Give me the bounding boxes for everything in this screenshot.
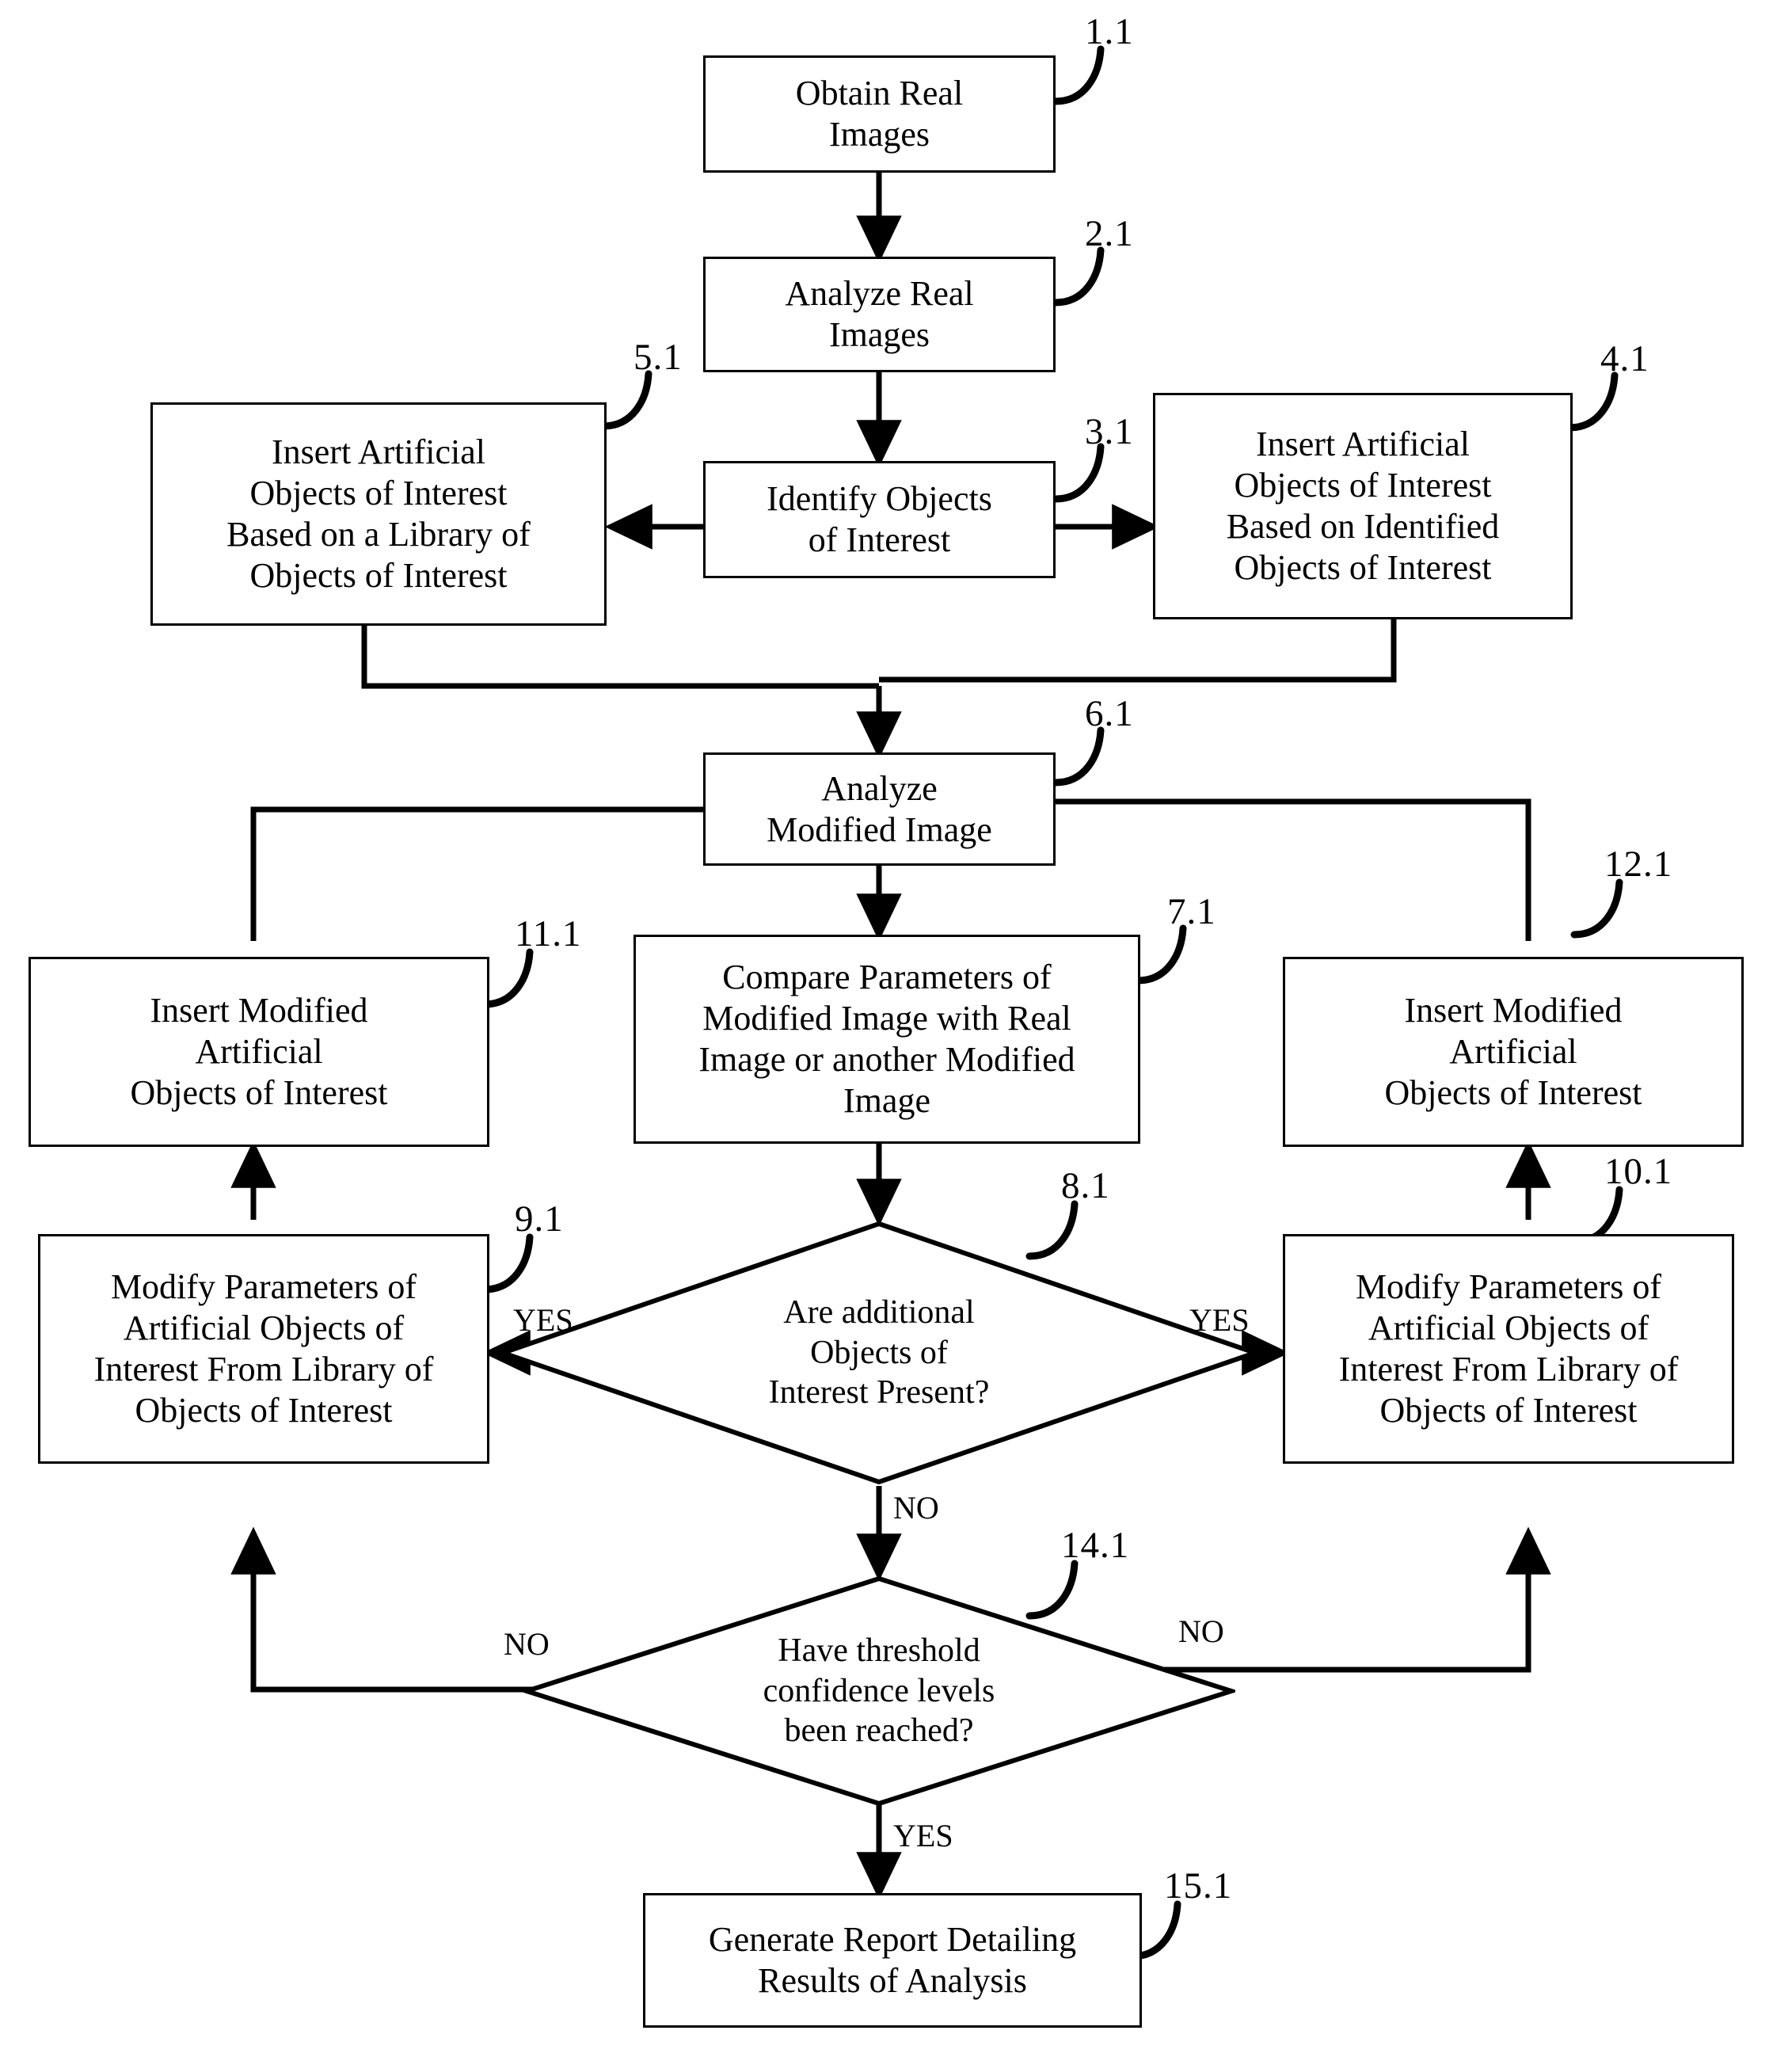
edge-trunk-identified [879, 619, 1397, 683]
node-compare-parameters[interactable]: Compare Parameters of Modified Image with… [633, 935, 1140, 1144]
leader-7-1 [1134, 924, 1187, 985]
node-insert-artificial-based-library-label: Insert Artificial Objects of Interest Base… [226, 432, 531, 595]
node-decision-threshold-confidence-label: Have threshold confidence levels been reac… [763, 1632, 995, 1750]
ref-4-1: 4.1 [1600, 338, 1649, 379]
node-modify-parameters-left[interactable]: Modify Parameters of Artificial Objects o… [38, 1234, 489, 1464]
node-analyze-modified-image-label: Analyze Modified Image [767, 768, 992, 849]
leader-5-1 [599, 370, 653, 430]
node-compare-parameters-label: Compare Parameters of Modified Image with… [698, 958, 1075, 1120]
flowchart-canvas: Obtain Real Images 1.1 Analyze Real Images… [0, 0, 1792, 2057]
ref-6-1: 6.1 [1085, 693, 1134, 734]
node-analyze-real-images[interactable]: Analyze Real Images [703, 257, 1056, 372]
node-insert-modified-left[interactable]: Insert Modified Artificial Objects of Inte… [29, 957, 489, 1147]
node-obtain-real-images[interactable]: Obtain Real Images [703, 55, 1056, 173]
leader-1-1 [1052, 45, 1105, 105]
edge-label-yes-down: YES [893, 1818, 953, 1853]
ref-10-1: 10.1 [1604, 1151, 1673, 1192]
edge-trunk-library [361, 626, 879, 689]
edge-label-no-left: NO [504, 1626, 550, 1662]
node-modify-parameters-left-label: Modify Parameters of Artificial Objects o… [93, 1267, 434, 1430]
ref-2-1: 2.1 [1085, 213, 1134, 254]
ref-14-1: 14.1 [1061, 1525, 1130, 1566]
ref-8-1: 8.1 [1061, 1165, 1110, 1206]
edge-label-yes-left: YES [513, 1302, 573, 1338]
node-insert-modified-right[interactable]: Insert Modified Artificial Objects of Inte… [1283, 957, 1744, 1147]
node-insert-modified-left-label: Insert Modified Artificial Objects of Inte… [130, 991, 388, 1112]
node-analyze-modified-image[interactable]: Analyze Modified Image [703, 752, 1056, 866]
leader-2-1 [1052, 246, 1105, 307]
edge-label-no-right: NO [1178, 1613, 1224, 1649]
node-insert-modified-right-label: Insert Modified Artificial Objects of Inte… [1384, 991, 1642, 1112]
node-decision-additional-objects-label: Are additional Objects of Interest Present… [768, 1294, 990, 1411]
node-insert-artificial-based-identified-label: Insert Artificial Objects of Interest Base… [1226, 425, 1500, 587]
leader-11-1 [481, 948, 534, 1008]
ref-12-1: 12.1 [1604, 844, 1673, 885]
node-identify-objects-of-interest[interactable]: Identify Objects of Interest [703, 461, 1056, 578]
ref-3-1: 3.1 [1085, 411, 1134, 452]
ref-11-1: 11.1 [515, 913, 582, 954]
node-insert-artificial-based-library[interactable]: Insert Artificial Objects of Interest Base… [150, 402, 607, 626]
node-modify-parameters-right[interactable]: Modify Parameters of Artificial Objects o… [1283, 1234, 1734, 1464]
node-insert-artificial-based-identified[interactable]: Insert Artificial Objects of Interest Base… [1153, 393, 1573, 619]
ref-5-1: 5.1 [633, 337, 683, 378]
node-decision-threshold-confidence[interactable]: Have threshold confidence levels been reac… [523, 1575, 1235, 1807]
ref-15-1: 15.1 [1164, 1865, 1233, 1907]
node-generate-report-label: Generate Report Detailing Results of Anal… [708, 1920, 1077, 2000]
ref-9-1: 9.1 [515, 1198, 564, 1240]
leader-12-1 [1570, 878, 1623, 939]
node-analyze-real-images-label: Analyze Real Images [785, 274, 974, 354]
edge-label-no-down: NO [893, 1490, 939, 1526]
node-identify-objects-of-interest-label: Identify Objects of Interest [767, 479, 992, 559]
leader-6-1 [1052, 726, 1105, 787]
node-obtain-real-images-label: Obtain Real Images [795, 74, 964, 154]
leader-3-1 [1052, 443, 1105, 503]
node-modify-parameters-right-label: Modify Parameters of Artificial Objects o… [1338, 1267, 1679, 1430]
leader-4-1 [1566, 371, 1619, 432]
ref-7-1: 7.1 [1167, 891, 1216, 932]
node-decision-additional-objects[interactable]: Are additional Objects of Interest Present… [499, 1220, 1259, 1486]
edge-label-yes-right: YES [1189, 1302, 1250, 1338]
ref-1-1: 1.1 [1085, 11, 1134, 52]
node-generate-report[interactable]: Generate Report Detailing Results of Anal… [643, 1893, 1142, 2028]
